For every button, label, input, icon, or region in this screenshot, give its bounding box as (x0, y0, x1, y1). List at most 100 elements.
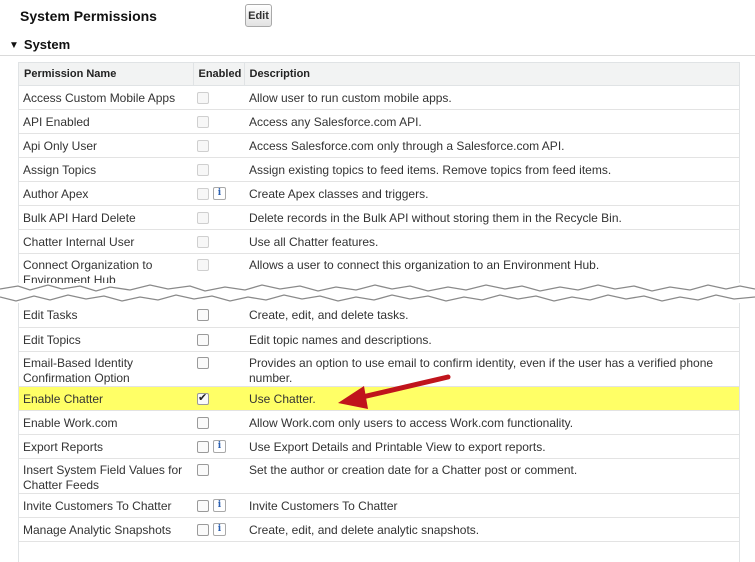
permission-name: Author Apex (23, 186, 89, 201)
table-row: Bulk API Hard Delete Delete records in th… (19, 205, 739, 230)
table-row: Author Apex i Create Apex classes and trig… (19, 181, 739, 206)
enabled-checkbox (197, 235, 209, 248)
enabled-checkbox (197, 139, 209, 152)
enabled-cell: i (193, 181, 244, 206)
permissions-table-continued: Edit Tasks Create, edit, and delete tasks… (19, 303, 739, 542)
permission-name: Invite Customers To Chatter (23, 498, 172, 513)
permission-description: Edit topic names and descriptions. (249, 332, 432, 347)
permissions-table-lower: Edit Tasks Create, edit, and delete tasks… (18, 303, 740, 562)
enabled-checkbox (197, 115, 209, 128)
permission-name-cell: Edit Topics (19, 327, 193, 352)
table-row: Insert System Field Values for Chatter Fe… (19, 458, 739, 494)
column-header-enabled: Enabled (193, 63, 245, 86)
permission-name: Edit Tasks (23, 308, 78, 322)
enabled-checkbox[interactable] (197, 499, 209, 512)
enabled-checkbox[interactable] (197, 356, 209, 369)
permission-name-cell: Export Reports (19, 434, 193, 459)
enabled-checkbox (197, 163, 209, 176)
enabled-cell: i (193, 493, 244, 518)
enabled-checkbox[interactable] (197, 309, 209, 321)
enabled-checkbox[interactable] (197, 416, 209, 429)
permission-description: number. (249, 370, 293, 385)
enabled-cell (193, 410, 244, 435)
table-row: Enable Chatter Use Chatter. (19, 386, 739, 411)
column-header-description: Description (244, 63, 739, 86)
section-divider (0, 55, 755, 56)
permission-name-cell: Manage Analytic Snapshots (19, 517, 193, 542)
section-title: System (23, 37, 71, 52)
section-toggle-system[interactable]: ▼ System (9, 37, 70, 52)
description-cell: Access Salesforce.com only through a Sal… (244, 133, 739, 158)
description-cell: Edit topic names and descriptions. (244, 327, 739, 352)
enabled-checkbox[interactable] (197, 523, 209, 536)
permission-name-cell: Author Apex (19, 181, 193, 206)
info-icon[interactable]: i (213, 186, 226, 200)
permission-name: Insert System Field Values for (23, 462, 183, 477)
description-cell: Provides an option to use email to confi… (244, 351, 739, 387)
description-cell: Create Apex classes and triggers. (244, 181, 739, 206)
permission-name-cell: Assign Topics (19, 157, 193, 182)
permission-description: Use all Chatter features. (249, 234, 379, 249)
info-icon[interactable]: i (213, 498, 226, 512)
description-cell: Access any Salesforce.com API. (244, 109, 739, 134)
table-row: API Enabled Access any Salesforce.com API… (19, 109, 739, 134)
enabled-checkbox[interactable] (197, 333, 209, 346)
permissions-header: System Permissions Edit (0, 0, 755, 33)
table-row: Email-Based Identity Confirmation Option P… (19, 351, 739, 387)
table-row: Assign Topics Assign existing topics to f… (19, 157, 739, 182)
permission-name: Environment Hub (23, 272, 116, 287)
info-icon[interactable]: i (213, 439, 226, 453)
enabled-cell (193, 85, 244, 110)
enabled-cell (193, 327, 244, 352)
edit-button[interactable]: Edit (245, 4, 272, 27)
description-cell: Create, edit, and delete tasks. (244, 303, 739, 328)
permission-name-cell: Access Custom Mobile Apps (19, 85, 193, 110)
table-row: Connect Organization to Environment Hub Al… (19, 253, 739, 289)
permission-description: Assign existing topics to feed items. Re… (249, 162, 612, 177)
permission-name: Assign Topics (23, 162, 97, 177)
table-row: Invite Customers To Chatter i Invite Custo… (19, 493, 739, 518)
enabled-cell (193, 109, 244, 134)
permission-description: Allows a user to connect this organizati… (249, 257, 600, 272)
enabled-cell (193, 205, 244, 230)
permission-name-cell: Edit Tasks (19, 303, 193, 328)
enabled-checkbox[interactable] (197, 391, 209, 405)
description-cell: Assign existing topics to feed items. Re… (244, 157, 739, 182)
permission-name-cell: Bulk API Hard Delete (19, 205, 193, 230)
description-cell: Create, edit, and delete analytic snapsh… (244, 517, 739, 542)
table-header-row: Permission Name Enabled Description (19, 63, 739, 86)
permission-description: Create, edit, and delete tasks. (249, 308, 409, 322)
permission-name-cell: Connect Organization to Environment Hub (19, 253, 193, 289)
column-header-name: Permission Name (19, 63, 194, 86)
permission-name-cell: API Enabled (19, 109, 193, 134)
permission-name: Edit Topics (23, 332, 81, 347)
permission-description: Create Apex classes and triggers. (249, 186, 429, 201)
permission-name-cell: Email-Based Identity Confirmation Option (19, 351, 193, 387)
permission-name: Chatter Feeds (23, 477, 100, 492)
description-cell: Set the author or creation date for a Ch… (244, 458, 739, 494)
permission-name: Chatter Internal User (23, 234, 135, 249)
triangle-down-icon: ▼ (9, 40, 19, 51)
permission-name: Enable Work.com (23, 415, 118, 430)
permission-description: Create, edit, and delete analytic snapsh… (249, 522, 480, 537)
permission-name: Email-Based Identity (23, 355, 134, 370)
table-row: Access Custom Mobile Apps Allow user to r… (19, 85, 739, 110)
info-icon[interactable]: i (213, 522, 226, 536)
enabled-cell (193, 253, 244, 289)
permission-name: Access Custom Mobile Apps (23, 90, 176, 105)
enabled-cell (193, 229, 244, 254)
enabled-cell (193, 386, 244, 411)
permission-name-cell: Insert System Field Values for Chatter Fe… (19, 458, 193, 494)
permission-description: Set the author or creation date for a Ch… (249, 462, 578, 477)
enabled-checkbox[interactable] (197, 463, 209, 476)
description-cell: Allows a user to connect this organizati… (244, 253, 739, 289)
enabled-checkbox[interactable] (197, 440, 209, 453)
permission-description: Access any Salesforce.com API. (249, 114, 422, 129)
enabled-cell: i (193, 434, 244, 459)
page-title: System Permissions (20, 8, 157, 24)
enabled-cell (193, 303, 244, 328)
table-body-bottom: Edit Tasks Create, edit, and delete tasks… (19, 303, 739, 542)
table-body-top: Access Custom Mobile Apps Allow user to r… (19, 85, 739, 289)
permission-name-cell: Chatter Internal User (19, 229, 193, 254)
table-row: Export Reports i Use Export Details and Pr… (19, 434, 739, 459)
